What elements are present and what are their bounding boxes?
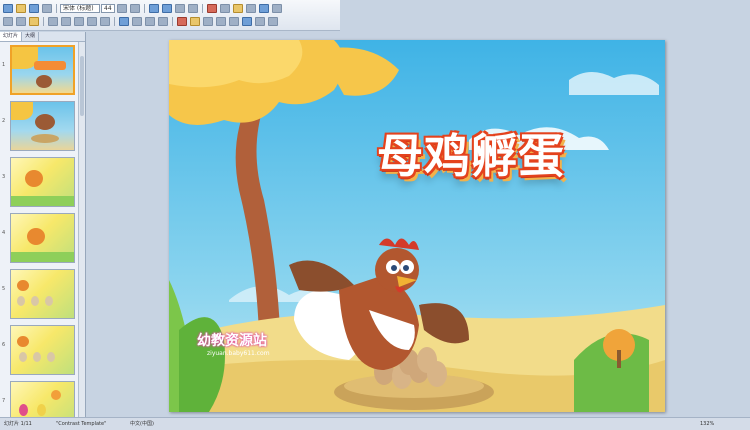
slides-panel: 幻灯片 大纲 1 2 3 4 5 6 7 [0, 32, 86, 417]
cut-icon[interactable] [3, 16, 13, 26]
slide-editor: 母鸡孵蛋 幼教资源站 ziyuan.baby611.com [86, 32, 750, 417]
panel-scrollbar[interactable] [78, 42, 85, 417]
watermark-logo: 幼教资源站 [197, 333, 267, 349]
slide-number: 7 [2, 398, 6, 404]
replace-icon[interactable] [272, 3, 282, 13]
save-icon[interactable] [29, 3, 39, 13]
thumb-nest-image [31, 134, 59, 143]
watermark-url: ziyuan.baby611.com [207, 350, 270, 357]
toolbar-separator [43, 16, 44, 26]
underline-icon[interactable] [74, 16, 84, 26]
tab-outline[interactable]: 大纲 [22, 32, 40, 41]
toolbar-separator [144, 3, 145, 13]
status-bar: 幻灯片 1/11 "Contrast Template" 中文(中国) 132% [0, 417, 750, 430]
slide-thumbnail[interactable] [10, 381, 75, 417]
new-slide-icon[interactable] [207, 3, 217, 13]
thumb-egg-image [37, 404, 46, 416]
slide-number: 5 [2, 286, 6, 292]
slide-thumbnail[interactable] [10, 269, 75, 319]
font-size-select[interactable]: 44 [101, 3, 115, 13]
align-left-icon[interactable] [119, 16, 129, 26]
thumb-hen-image [36, 75, 52, 88]
italic-icon[interactable] [61, 16, 71, 26]
numbering-icon[interactable] [162, 3, 172, 13]
thumb-egg-image [31, 296, 39, 306]
thumbnail-list: 1 2 3 4 5 6 7 [0, 42, 78, 417]
smartart-icon[interactable] [242, 16, 252, 26]
current-slide[interactable]: 母鸡孵蛋 幼教资源站 ziyuan.baby611.com [169, 40, 665, 412]
thumb-chick-image [27, 228, 45, 245]
quick-styles-icon[interactable] [255, 16, 265, 26]
zoom-level[interactable]: 132% [700, 418, 714, 430]
thumb-balloon-image [51, 390, 61, 400]
thumb-grass-image [11, 196, 74, 206]
shrink-font-icon[interactable] [130, 3, 140, 13]
thumb-egg-image [45, 296, 53, 306]
slide-thumbnail[interactable] [10, 101, 75, 151]
thumb-egg-image [17, 296, 25, 306]
align-text-icon[interactable] [229, 16, 239, 26]
thumb-chick-image [25, 170, 43, 187]
thumb-grass-image [11, 252, 74, 262]
slide-number: 3 [2, 174, 6, 180]
line-color-icon[interactable] [203, 16, 213, 26]
thumb-title-image [34, 61, 66, 70]
slide-thumbnail[interactable] [10, 213, 75, 263]
print-icon[interactable] [42, 3, 52, 13]
toolbar-separator [114, 16, 115, 26]
align-right-icon[interactable] [145, 16, 155, 26]
slide-title[interactable]: 母鸡孵蛋 [377, 120, 565, 186]
paste-icon[interactable] [29, 16, 39, 26]
indent-icon[interactable] [175, 3, 185, 13]
bullets-icon[interactable] [149, 3, 159, 13]
slide-number: 1 [2, 62, 6, 68]
strikethrough-icon[interactable] [87, 16, 97, 26]
toolbar-separator [202, 3, 203, 13]
grow-font-icon[interactable] [117, 3, 127, 13]
arrange-icon[interactable] [246, 3, 256, 13]
fill-color-icon[interactable] [190, 16, 200, 26]
thumb-egg-image [33, 352, 41, 362]
slide-thumbnail[interactable] [10, 325, 75, 375]
panel-tabs: 幻灯片 大纲 [0, 32, 85, 42]
slide-thumbnail[interactable] [10, 157, 75, 207]
new-icon[interactable] [3, 3, 13, 13]
ribbon-toolbar: 宋体 (标题) 44 [0, 0, 340, 31]
thumb-hen-image [35, 114, 55, 130]
justify-icon[interactable] [158, 16, 168, 26]
thumb-chick-image [17, 280, 29, 291]
font-color-icon[interactable] [177, 16, 187, 26]
toolbar-separator [172, 16, 173, 26]
slide-number: 4 [2, 230, 6, 236]
text-direction-icon[interactable] [216, 16, 226, 26]
select-icon[interactable] [268, 16, 278, 26]
thumb-chick-image [17, 336, 29, 347]
outdent-icon[interactable] [188, 3, 198, 13]
font-name-select[interactable]: 宋体 (标题) [60, 3, 100, 13]
thumb-egg-image [19, 352, 27, 362]
align-center-icon[interactable] [132, 16, 142, 26]
shapes-icon[interactable] [233, 3, 243, 13]
thumb-tree-image [11, 102, 33, 120]
slide-info: 幻灯片 1/11 [4, 421, 32, 427]
layout-icon[interactable] [220, 3, 230, 13]
toolbar-row-1: 宋体 (标题) 44 [2, 2, 283, 14]
thumb-egg-image [47, 352, 55, 362]
find-icon[interactable] [259, 3, 269, 13]
theme-name: "Contrast Template" [56, 421, 107, 427]
tab-slides[interactable]: 幻灯片 [0, 32, 23, 41]
copy-icon[interactable] [16, 16, 26, 26]
open-icon[interactable] [16, 3, 26, 13]
scrollbar-thumb[interactable] [80, 56, 84, 116]
window-background [340, 0, 750, 30]
bold-icon[interactable] [48, 16, 58, 26]
slide-number: 2 [2, 118, 6, 124]
thumb-egg-image [19, 404, 28, 416]
shadow-icon[interactable] [100, 16, 110, 26]
language-indicator: 中文(中国) [130, 421, 154, 427]
toolbar-row-2 [2, 15, 279, 27]
slide-number: 6 [2, 342, 6, 348]
toolbar-separator [56, 3, 57, 13]
slide-thumbnail[interactable] [10, 45, 75, 95]
